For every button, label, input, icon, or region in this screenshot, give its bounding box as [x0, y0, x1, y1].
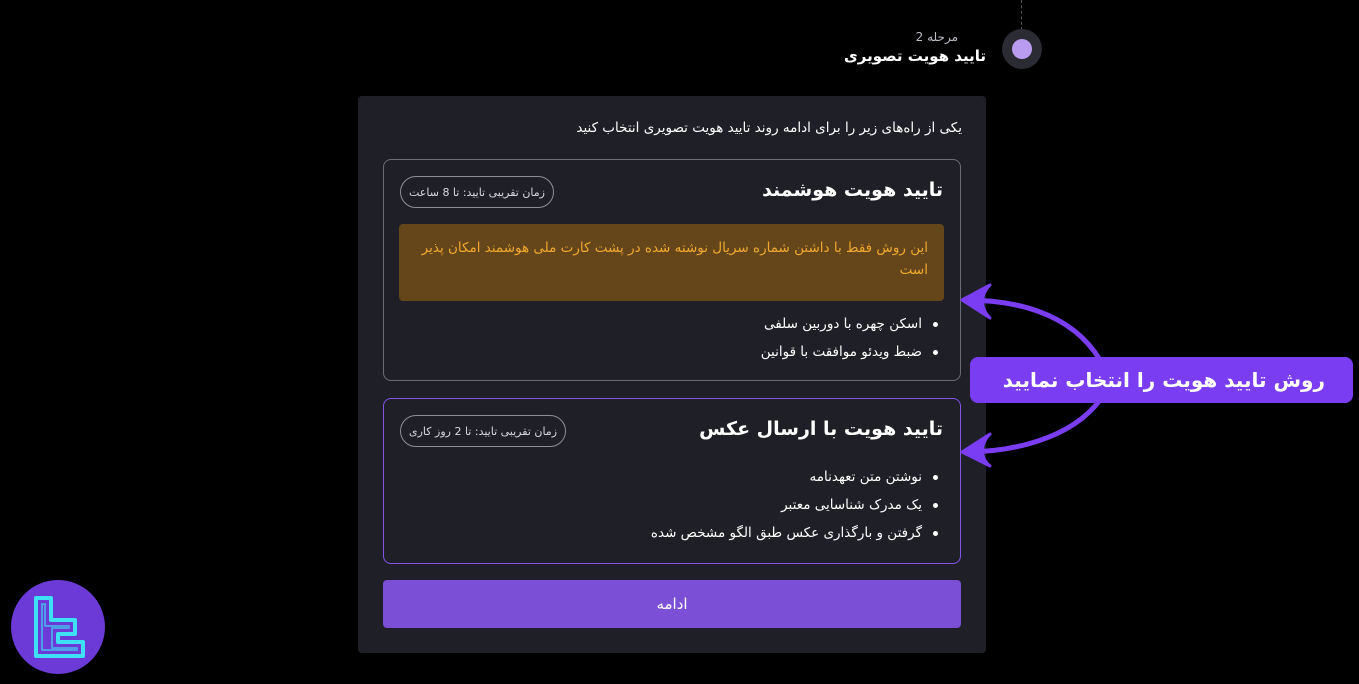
- requirement-item: گرفتن و بارگذاری عکس طبق الگو مشخص شده: [651, 519, 940, 547]
- requirement-text: یک مدرک شناسایی معتبر: [781, 497, 922, 513]
- bullet-icon: [933, 322, 938, 327]
- option-title: تایید هویت هوشمند: [762, 179, 943, 201]
- continue-button[interactable]: ادامه: [383, 580, 961, 628]
- requirement-text: نوشتن متن تعهدنامه: [809, 469, 922, 485]
- time-estimate-badge: زمان تقریبی تایید: تا 8 ساعت: [400, 176, 554, 208]
- step-indicator-icon: [1002, 29, 1042, 69]
- bullet-icon: [933, 350, 938, 355]
- brand-logo-icon: [11, 580, 105, 674]
- option-card-smart-verification[interactable]: تایید هویت هوشمند زمان تقریبی تایید: تا …: [383, 159, 961, 381]
- step-connector-line: [1021, 0, 1022, 30]
- time-estimate-badge: زمان تقریبی تایید: تا 2 روز کاری: [400, 415, 567, 447]
- bullet-icon: [933, 475, 938, 480]
- requirement-item: یک مدرک شناسایی معتبر: [651, 491, 940, 519]
- step-indicator-dot: [1012, 39, 1032, 59]
- panel-intro-text: یکی از راه‌های زیر را برای ادامه روند تا…: [576, 120, 962, 136]
- requirement-text: اسکن چهره با دوربین سلفی: [764, 316, 922, 332]
- annotation-callout: روش تایید هویت را انتخاب نمایید: [970, 357, 1353, 403]
- option-title: تایید هویت با ارسال عکس: [699, 418, 943, 440]
- step-title: تایید هویت تصویری: [844, 47, 986, 65]
- requirements-list: اسکن چهره با دوربین سلفی ضبط ویدئو موافق…: [761, 310, 940, 366]
- warning-message: این روش فقط با داشتن شماره سریال نوشته ش…: [399, 224, 944, 301]
- requirements-list: نوشتن متن تعهدنامه یک مدرک شناسایی معتبر…: [651, 463, 940, 547]
- requirement-item: ضبط ویدئو موافقت با قوانین: [761, 338, 940, 366]
- logo-mark-icon: [34, 596, 85, 658]
- verification-panel: یکی از راه‌های زیر را برای ادامه روند تا…: [358, 96, 986, 653]
- requirement-text: ضبط ویدئو موافقت با قوانین: [760, 344, 922, 360]
- requirement-text: گرفتن و بارگذاری عکس طبق الگو مشخص شده: [650, 525, 922, 541]
- step-label: مرحله 2: [915, 30, 958, 44]
- bullet-icon: [933, 531, 938, 536]
- bullet-icon: [933, 503, 938, 508]
- requirement-item: اسکن چهره با دوربین سلفی: [761, 310, 940, 338]
- requirement-item: نوشتن متن تعهدنامه: [651, 463, 940, 491]
- option-card-photo-verification[interactable]: تایید هویت با ارسال عکس زمان تقریبی تایی…: [383, 398, 961, 564]
